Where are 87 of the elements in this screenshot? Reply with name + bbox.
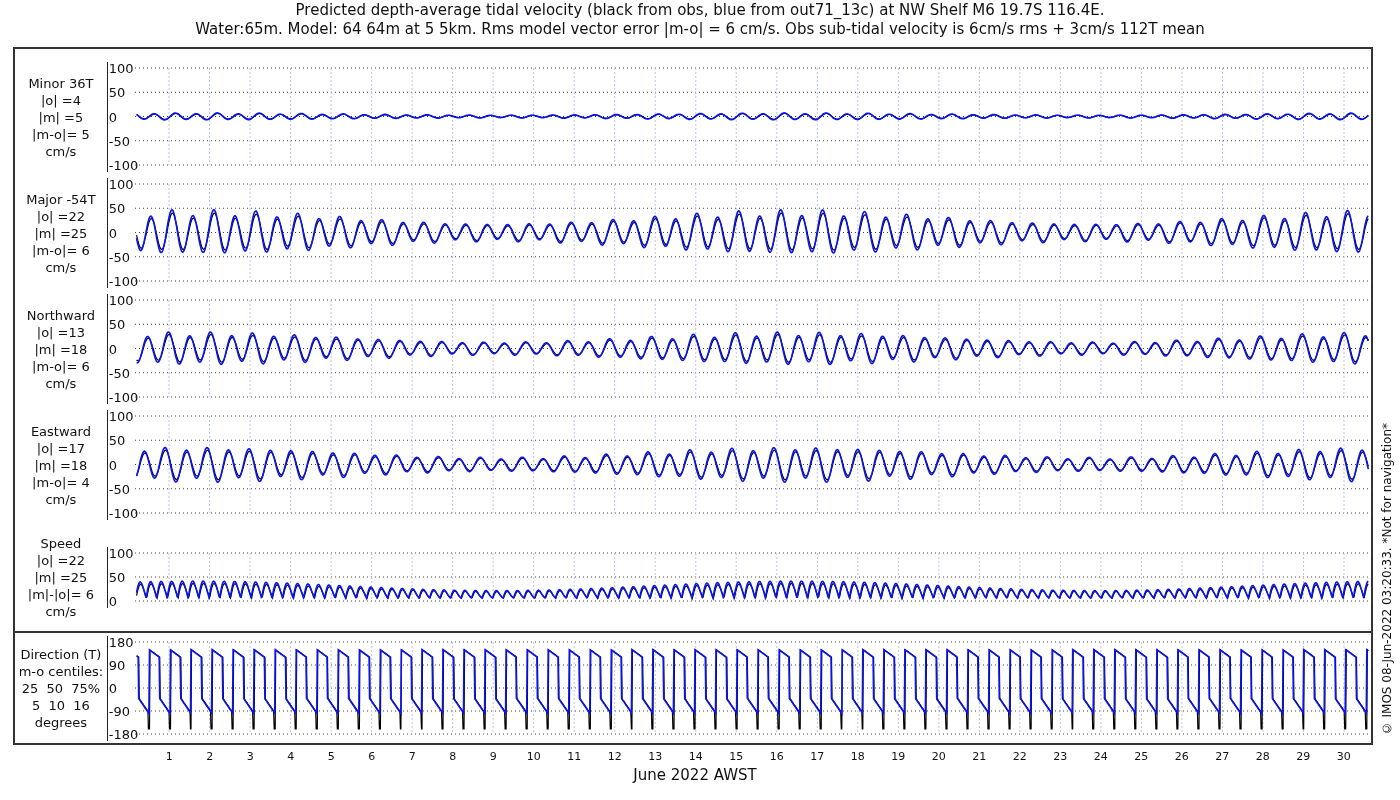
x-tick-label: 28 — [1254, 749, 1271, 765]
panel-label-text: cm/s — [45, 602, 77, 620]
y-tick-label: -50 — [107, 482, 132, 496]
x-tick-label: 10 — [525, 749, 542, 765]
y-tick-label: 0 — [107, 594, 119, 608]
panel-label-text: cm/s — [45, 374, 77, 392]
x-tick-label: 20 — [930, 749, 947, 765]
x-tick-label: 2 — [205, 749, 215, 765]
panel-label-text: |o| =17 — [36, 439, 86, 457]
x-tick-label: 27 — [1214, 749, 1231, 765]
panel-label-text: |o| =4 — [40, 91, 81, 109]
panel-label-text: |m|-|o|= 6 — [27, 585, 94, 603]
x-tick-label: 5 — [326, 749, 336, 765]
y-tick-label: -90 — [107, 704, 132, 718]
panel-label-text: Direction (T) — [20, 645, 102, 663]
x-tick-label: 22 — [1011, 749, 1028, 765]
x-tick-label: 9 — [488, 749, 498, 765]
credit-text: © IMOS 08-Jun-2022 03:20:33. *Not for navigation* — [1379, 422, 1395, 735]
y-tick-label: 50 — [107, 318, 127, 332]
x-tick-label: 23 — [1052, 749, 1069, 765]
y-tick-label: 50 — [107, 202, 127, 216]
panel-label-text: |m-o|= 6 — [32, 241, 90, 259]
y-tick-label: 100 — [107, 410, 135, 423]
panel-label-text: 25 50 75% — [21, 679, 101, 697]
x-tick-label: 16 — [768, 749, 785, 765]
x-tick-label: 18 — [849, 749, 866, 765]
panel-label-text: m-o centiles: — [18, 662, 104, 680]
y-tick-label: 50 — [107, 86, 127, 100]
panel-label-text: |m| =18 — [34, 340, 88, 358]
panel-label-text: Eastward — [30, 422, 91, 440]
y-tick-label: 90 — [107, 658, 127, 672]
x-tick-label: 15 — [728, 749, 745, 765]
panel-label-text: cm/s — [45, 142, 77, 160]
x-tick-label: 24 — [1092, 749, 1109, 765]
x-tick-label: 4 — [286, 749, 296, 765]
y-tick-label: -50 — [107, 250, 132, 264]
panel-label-text: |m| =5 — [38, 108, 84, 126]
panel-label-text: Northward — [26, 306, 96, 324]
panel-label-text: |o| =22 — [36, 551, 86, 569]
y-tick-label: 100 — [107, 294, 135, 307]
y-tick-label: 0 — [107, 458, 119, 472]
panel-label-text: |o| =13 — [36, 323, 86, 341]
panel-label-text: |o| =22 — [36, 207, 86, 225]
y-tick-label: -50 — [107, 134, 132, 148]
y-tick-label: 180 — [107, 635, 135, 649]
chart-title: Predicted depth-average tidal velocity (black from obs, blue from out71_13c) at NW Shelf M6 19.7S 116.4E. — [295, 1, 1105, 20]
y-tick-label: 100 — [107, 62, 135, 75]
x-tick-label: 17 — [809, 749, 826, 765]
x-tick-label: 26 — [1173, 749, 1190, 765]
panel-label-text: |m-o|= 6 — [32, 357, 90, 375]
y-tick-label: -50 — [107, 366, 132, 380]
x-axis-label: June 2022 AWST — [633, 765, 757, 784]
panel-label-text: |m-o|= 4 — [32, 473, 90, 491]
y-tick-label: 0 — [107, 342, 119, 356]
x-tick-label: 13 — [647, 749, 664, 765]
y-tick-label: 100 — [107, 178, 135, 191]
y-tick-label: 0 — [107, 681, 119, 695]
panel-label-text: |m| =25 — [34, 224, 88, 242]
panel-label-text: degrees — [34, 713, 88, 731]
x-tick-label: 25 — [1133, 749, 1150, 765]
panel-label-text: |m| =25 — [34, 568, 88, 586]
x-tick-label: 30 — [1335, 749, 1352, 765]
x-tick-label: 14 — [687, 749, 704, 765]
y-tick-label: 0 — [107, 226, 119, 240]
y-tick-label: 100 — [107, 546, 135, 560]
x-tick-label: 12 — [606, 749, 623, 765]
x-tick-label: 1 — [164, 749, 174, 765]
panel-label-text: 5 10 16 — [31, 696, 90, 714]
panel-label-text: cm/s — [45, 490, 77, 508]
x-tick-label: 29 — [1295, 749, 1312, 765]
x-tick-label: 21 — [971, 749, 988, 765]
panel-label-text: Major -54T — [26, 190, 96, 208]
panel-label-text: |m-o|= 5 — [32, 125, 90, 143]
x-tick-label: 7 — [407, 749, 417, 765]
panel-label-text: Speed — [40, 534, 82, 552]
y-tick-label: 0 — [107, 110, 119, 124]
x-tick-label: 11 — [566, 749, 583, 765]
x-tick-label: 19 — [890, 749, 907, 765]
y-tick-label: 50 — [107, 434, 127, 448]
x-tick-label: 3 — [245, 749, 255, 765]
y-tick-label: 50 — [107, 570, 127, 584]
x-tick-label: 6 — [367, 749, 377, 765]
panel-label-text: cm/s — [45, 258, 77, 276]
chart-title: Water:65m. Model: 64 64m at 5 5km. Rms model vector error |m-o| = 6 cm/s. Obs sub-tidal velocity is 6cm/s rms + 3cm/s 112T mean — [195, 20, 1205, 39]
x-tick-label: 8 — [448, 749, 458, 765]
panel-label-text: Minor 36T — [28, 74, 94, 92]
panel-label-text: |m| =18 — [34, 456, 88, 474]
